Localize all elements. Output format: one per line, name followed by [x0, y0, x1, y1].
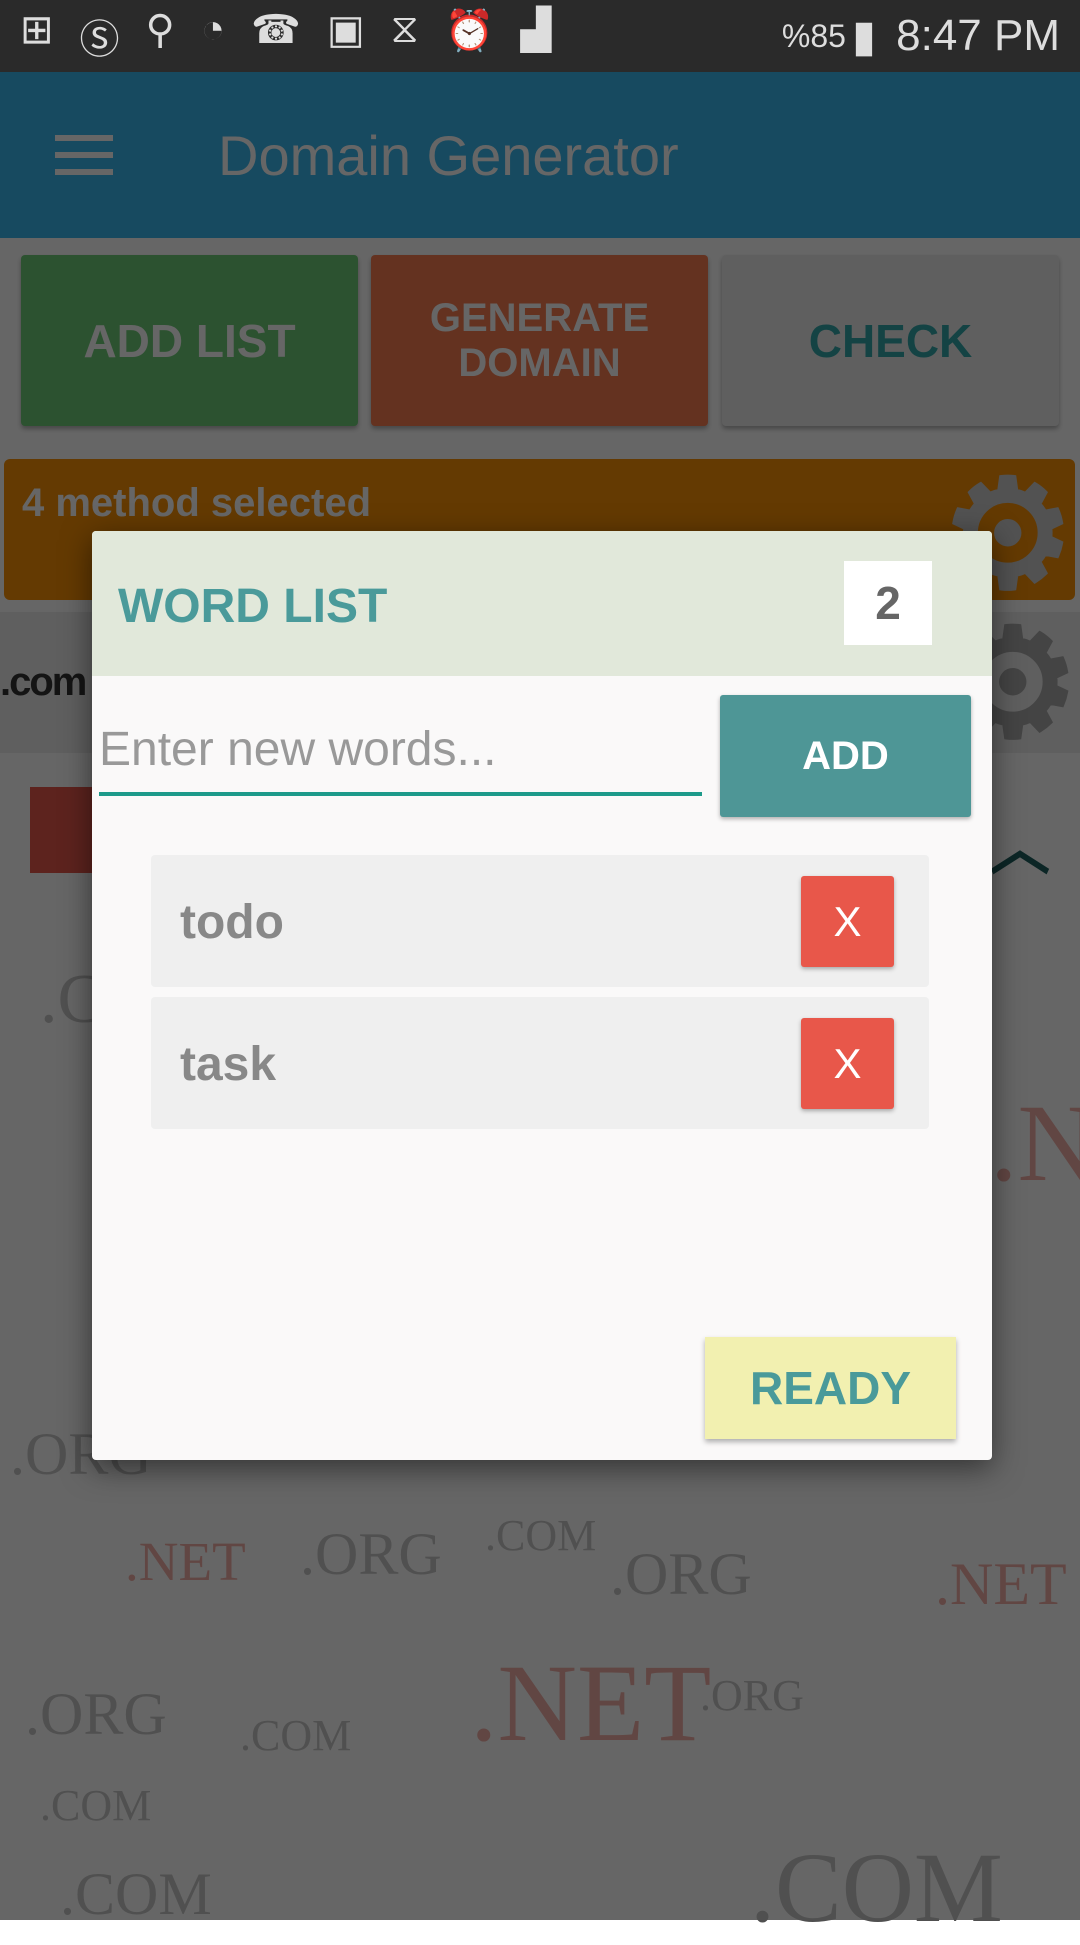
add-word-button[interactable]: ADD: [720, 695, 971, 817]
notification-icons: ⊞ Ⓢ ⚲ ◔ ☎ ▣ ⧖ ⏰ ▟: [20, 7, 782, 65]
clock: 8:47 PM: [896, 11, 1060, 60]
watermark-text: .COM: [60, 1861, 212, 1927]
watermark-text: .ORG: [25, 1681, 167, 1747]
watermark-text: .ORG: [300, 1521, 442, 1587]
word-label: task: [180, 1038, 277, 1091]
s-icon: Ⓢ: [79, 18, 120, 62]
dialog-title: WORD LIST: [118, 580, 388, 633]
watermark-text: .NET: [935, 1551, 1067, 1617]
status-bar: ⊞ Ⓢ ⚲ ◔ ☎ ▣ ⧖ ⏰ ▟ %85 ▮ 8:47 PM: [0, 0, 1080, 72]
remove-word-button[interactable]: X: [801, 1018, 894, 1109]
generate-domain-button[interactable]: GENERATE DOMAIN: [371, 255, 708, 426]
watermark-text: .COM: [40, 1781, 152, 1830]
method-count-label: 4 method selected: [22, 481, 372, 525]
signal-icon: ▟: [520, 8, 552, 52]
app-title: Domain Generator: [218, 123, 679, 187]
list-item: todo X: [151, 855, 929, 987]
missed-call-icon: ☎: [250, 8, 301, 52]
alarm-icon: ⏰: [444, 9, 495, 53]
generate-label-2: DOMAIN: [458, 340, 621, 385]
check-button[interactable]: CHECK: [722, 255, 1059, 426]
remove-word-button[interactable]: X: [801, 876, 894, 967]
watermark-text: .NET: [125, 1531, 246, 1592]
generate-label-1: GENERATE: [429, 295, 650, 340]
new-word-input[interactable]: [99, 706, 702, 796]
watermark-text: .COM: [240, 1711, 352, 1760]
battery-level: %85: [781, 17, 846, 54]
add-list-label: ADD LIST: [83, 314, 296, 367]
watermark-text: .COM: [485, 1511, 597, 1560]
wifi-icon: ◔: [200, 7, 225, 51]
add-list-button[interactable]: ADD LIST: [21, 255, 358, 426]
word-count-badge: 2: [844, 561, 932, 645]
watermark-text: .ORG: [700, 1671, 804, 1720]
dialog-header: WORD LIST 2: [92, 531, 992, 676]
app-bar: Domain Generator: [0, 72, 1080, 238]
word-list-dialog: WORD LIST 2 ADD todo X task X READY: [92, 531, 992, 1460]
search-icon: ⚲: [145, 8, 175, 52]
chevron-up-icon[interactable]: ︿: [990, 800, 1050, 887]
list-item: task X: [151, 997, 929, 1129]
ready-button[interactable]: READY: [705, 1337, 956, 1439]
add-icon: ⊞: [20, 8, 54, 52]
battery-icon: ▮: [851, 11, 877, 61]
check-label: CHECK: [808, 314, 973, 367]
watermark-text: .COM: [750, 1832, 1003, 1943]
watermark-text: .ORG: [610, 1541, 752, 1607]
vibrate-icon: ⧖: [390, 7, 419, 51]
watermark-text: .NET: [990, 1082, 1080, 1204]
menu-icon[interactable]: [55, 135, 113, 175]
flipboard-icon: ▣: [326, 8, 365, 52]
watermark-text: .NET: [470, 1642, 712, 1764]
word-label: todo: [180, 896, 284, 949]
